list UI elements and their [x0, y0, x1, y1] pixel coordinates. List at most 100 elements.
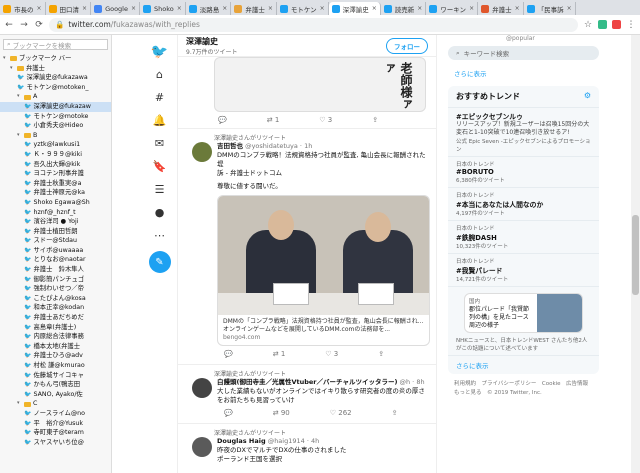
expand-toggle-icon[interactable]: ▾	[10, 64, 15, 74]
retweet-button[interactable]: ⇄ 1	[273, 350, 286, 358]
expand-toggle-icon[interactable]: ▾	[17, 399, 22, 409]
bookmark-item[interactable]: 🐦 深澤諭史@fukazawa	[0, 73, 111, 83]
share-icon[interactable]: ⇪	[392, 409, 398, 417]
home-icon[interactable]: ⌂	[156, 63, 163, 86]
tab-close-icon[interactable]: ×	[417, 5, 422, 12]
trend-item[interactable]: 日本のトレンド #本当にあなたは人間なのか 4,197件のツイート	[448, 188, 599, 221]
tweet[interactable]: 深澤諭史さんがリツイート Douglas Haig @haig1914 · 4h…	[178, 423, 436, 466]
trend-item[interactable]: #エピックセブンルゥ リリースアップ！新規ユーザーは召喚15回分の大変石と1-10…	[448, 108, 599, 157]
share-icon[interactable]: ⇪	[372, 116, 378, 124]
tweet[interactable]: 深澤諭史さんがリツイート 白饅頭(御田寺圭／光属性Vtuber／バーチャルツイッ…	[178, 364, 436, 423]
show-more-link[interactable]: さらに表示	[446, 64, 601, 82]
bookmark-item[interactable]: 🐦 吾久出大輝@kik	[0, 160, 111, 170]
retweet-button[interactable]: ⇄ 90	[273, 409, 290, 417]
tab-close-icon[interactable]: ×	[82, 5, 87, 12]
menu-icon[interactable]: ⋮	[626, 20, 636, 30]
bookmark-folder[interactable]: ▾ A	[0, 92, 111, 102]
bookmark-item[interactable]: 🐦 スヤスヤいち位@	[0, 438, 111, 448]
expand-toggle-icon[interactable]: ▾	[3, 54, 8, 64]
bookmark-item[interactable]: 🐦 yztk@lawkusi1	[0, 140, 111, 150]
tab-close-icon[interactable]: ×	[515, 5, 520, 12]
like-button[interactable]: ♡ 3	[325, 350, 338, 358]
bookmark-folder[interactable]: ▾ 弁護士	[0, 64, 111, 74]
bookmark-item[interactable]: 🐦 弁護士ひろ@adv	[0, 351, 111, 361]
manga-image[interactable]: 老師様ァァ	[214, 57, 426, 112]
scrollbar[interactable]	[631, 35, 640, 473]
back-icon[interactable]: ←	[4, 20, 14, 30]
url-field[interactable]: 🔒 twitter.com/fukazawas/with_replies	[49, 17, 578, 32]
tab[interactable]: モトケン ×	[277, 2, 329, 15]
tab[interactable]: 市長の ×	[0, 2, 46, 15]
avatar[interactable]	[192, 378, 212, 398]
lists-icon[interactable]: ☰	[155, 178, 165, 201]
bookmark-item[interactable]: 🐦 モトケン@motoken_	[0, 83, 111, 93]
profile-icon[interactable]: ●	[155, 201, 165, 224]
bookmark-item[interactable]: 🐦 Shoko Egawa@Sh	[0, 198, 111, 208]
bookmark-item[interactable]: 🐦 サイボ@uwaaaa	[0, 246, 111, 256]
bookmark-item[interactable]: 🐦 とりなお@naotar	[0, 255, 111, 265]
bookmark-item[interactable]: 🐦 村松 謙@kmurao	[0, 361, 111, 371]
expand-toggle-icon[interactable]: ▾	[17, 92, 22, 102]
bookmarks-icon[interactable]: 🔖	[153, 155, 167, 178]
tweet[interactable]: 深澤諭史さんがリツイート 吉田哲也 @yoshidatetuya · 1h DM…	[178, 128, 436, 364]
tab-close-icon[interactable]: ×	[372, 5, 377, 12]
tab[interactable]: 淡路島 ×	[186, 2, 232, 15]
bookmark-item[interactable]: 🐦 弁護士植田哲朗	[0, 227, 111, 237]
compose-tweet-button[interactable]: ✎	[148, 251, 171, 273]
bookmark-item[interactable]: 🐦 濱谷洋司 ● Yoji	[0, 217, 111, 227]
bookmark-item[interactable]: 🐦 御影簡パンチュゴ	[0, 275, 111, 285]
bookmark-item[interactable]: 🐦 スドー@Stdau	[0, 236, 111, 246]
twitter-search-input[interactable]: ⌕ キーワード検索	[448, 46, 599, 60]
link-card[interactable]: DMMの「コンプラ戦略」法規資格持つ社員が監査，亀山会長に報酬され... オンラ…	[217, 195, 430, 346]
tweet-author[interactable]: 吉田哲也	[217, 142, 243, 150]
retweet-button[interactable]: ⇄ 1	[267, 116, 280, 124]
bookmark-item[interactable]: 🐦 ヨコテン刑事弁護	[0, 169, 111, 179]
bookmark-item[interactable]: 🐦 佐藤城サイコキャ	[0, 371, 111, 381]
bookmark-item[interactable]: 🐦 ノースライム@no	[0, 409, 111, 419]
bookmark-item[interactable]: 🐦 こたぴよん@kosa	[0, 294, 111, 304]
footer-links[interactable]: 利用規約 プライバシーポリシー Cookie 広告情報 もっと見る © 2019…	[446, 378, 601, 400]
trend-item[interactable]: 日本のトレンド #BORUTO 6,380件のツイート	[448, 157, 599, 188]
tab-close-icon[interactable]: ×	[268, 5, 273, 12]
bookmark-item[interactable]: 🐦 弁護士 鈴木隼人	[0, 265, 111, 275]
tab-close-icon[interactable]: ×	[177, 5, 182, 12]
bookmark-item[interactable]: 🐦 橋本太地(弁護士	[0, 342, 111, 352]
tab-close-icon[interactable]: ×	[222, 5, 227, 12]
bookmark-item[interactable]: 🐦 かもん弓(鴨志田	[0, 380, 111, 390]
bookmark-item[interactable]: 🐦 Ｋ・９９９@kiki	[0, 150, 111, 160]
bookmark-item[interactable]: 🐦 弁護士あだちめだ	[0, 313, 111, 323]
bookmark-item[interactable]: 🐦 弁護士神原元@ka	[0, 188, 111, 198]
tab-close-icon[interactable]: ×	[567, 5, 572, 12]
expand-toggle-icon[interactable]: ▾	[17, 131, 22, 141]
explore-hash-icon[interactable]: #	[155, 86, 164, 109]
tab[interactable]: ワーキン ×	[426, 2, 479, 15]
tab-close-icon[interactable]: ×	[131, 5, 136, 12]
bookmark-item[interactable]: 🐦 小倉秀夫@Hideo	[0, 121, 111, 131]
follow-button[interactable]: フォロー	[386, 37, 428, 54]
star-icon[interactable]: ☆	[583, 20, 593, 30]
scrollbar-thumb[interactable]	[632, 215, 639, 295]
notifications-icon[interactable]: 🔔	[153, 109, 167, 132]
avatar[interactable]	[192, 142, 212, 162]
bookmark-item[interactable]: 🐦 弁護士秋重実@a	[0, 179, 111, 189]
extension-icon[interactable]	[598, 20, 607, 29]
tab-close-icon[interactable]: ×	[469, 5, 474, 12]
tab[interactable]: 田口清 ×	[46, 2, 92, 15]
reply-icon[interactable]: 💬	[224, 350, 233, 358]
trend-item[interactable]: 日本のトレンド #我賢パレード 14,721件のツイート	[448, 254, 599, 287]
twitter-bird-icon[interactable]: 🐦	[151, 41, 168, 63]
tweet-author[interactable]: 白饅頭(御田寺圭／光属性Vtuber／バーチャルツイッタラー)	[217, 378, 397, 386]
tab-close-icon[interactable]: ×	[37, 5, 42, 12]
bookmark-folder[interactable]: ▾ C	[0, 399, 111, 409]
tab[interactable]: Google ×	[91, 2, 141, 15]
tab[interactable]: 「民事訴 ×	[524, 2, 576, 15]
reply-icon[interactable]: 💬	[224, 409, 233, 417]
news-item[interactable]: 国内 郡位パレード「我賢節列の構」を見たコース周辺の様子 NHKニュースと、日本…	[448, 287, 599, 356]
reload-icon[interactable]: ⟳	[34, 20, 44, 30]
extension-icon[interactable]	[612, 20, 621, 29]
bookmark-item[interactable]: 🐦 高島章(弁護士)	[0, 323, 111, 333]
tab[interactable]: 深澤諭史 ×	[328, 2, 381, 15]
gear-icon[interactable]: ⚙	[584, 91, 591, 102]
trends-show-more[interactable]: さらに表示	[448, 356, 599, 374]
bookmark-item[interactable]: 🐦 強制わいせつ／帝	[0, 284, 111, 294]
